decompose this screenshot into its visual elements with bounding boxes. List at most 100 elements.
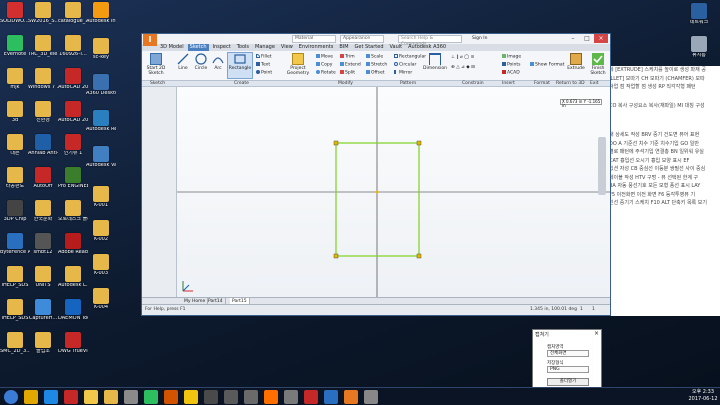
- desktop-icon[interactable]: SW2016_S...: [28, 2, 58, 32]
- split-button[interactable]: Split: [340, 70, 355, 76]
- acad-button[interactable]: ACAD: [502, 70, 520, 76]
- close-button[interactable]: ×: [594, 34, 608, 43]
- ribbon-tab[interactable]: Get Started: [353, 44, 386, 51]
- app-icon[interactable]: [204, 390, 218, 404]
- desktop-icon[interactable]: K-004: [86, 288, 116, 318]
- extrude-button[interactable]: Extrude: [566, 53, 586, 71]
- show-format-button[interactable]: Show Format: [530, 62, 564, 68]
- app-icon[interactable]: [364, 390, 378, 404]
- ribbon-tab[interactable]: Inspect: [211, 44, 233, 51]
- ribbon-tab[interactable]: Vault: [388, 44, 405, 51]
- points-button[interactable]: Points: [502, 62, 521, 68]
- desktop-icon[interactable]: sc-key: [86, 38, 116, 68]
- desktop-icon[interactable]: SOLIDWO... 2016 x64 ...: [0, 2, 30, 32]
- desktop-icon[interactable]: Autodesk Vault Bas...: [86, 146, 116, 176]
- open-folder-button[interactable]: 폴더열기: [547, 378, 589, 386]
- desktop-icon[interactable]: IHELP_SDS: [0, 299, 30, 329]
- corner-point[interactable]: [333, 253, 339, 259]
- clock[interactable]: 오후 2:33 2017-06-12: [688, 389, 718, 403]
- desktop-icon[interactable]: Ahnlab Anti-Ranso...: [28, 134, 58, 164]
- minimize-button[interactable]: –: [566, 34, 580, 43]
- circular-pattern-button[interactable]: Circular: [394, 62, 416, 68]
- ribbon-tab[interactable]: BIM: [337, 44, 350, 51]
- ribbon-tab[interactable]: Manage: [253, 44, 277, 51]
- desktop-icon[interactable]: UNITS: [28, 266, 58, 296]
- help-search-input[interactable]: Search Help & Commands...: [398, 35, 462, 47]
- desktop-icon[interactable]: CaptureH...: [28, 299, 58, 329]
- scale-button[interactable]: Scale: [366, 54, 383, 60]
- rotate-button[interactable]: Rotate: [316, 70, 336, 76]
- app-menu-button[interactable]: I: [143, 34, 157, 46]
- desktop-icon[interactable]: IHELP_SDS: [0, 266, 30, 296]
- chrome-icon[interactable]: [24, 390, 38, 404]
- sign-in-link[interactable]: Sign In: [472, 36, 487, 41]
- desktop-icon[interactable]: 네트워크: [684, 3, 714, 33]
- ie-icon[interactable]: [44, 390, 58, 404]
- desktop-icon[interactable]: DWG TrueVie...: [58, 332, 88, 362]
- desktop-icon[interactable]: AutoOff: [28, 167, 58, 197]
- stretch-button[interactable]: Stretch: [366, 62, 387, 68]
- app-icon[interactable]: [304, 390, 318, 404]
- desktop-icon[interactable]: ByteFence Anti-Malware: [0, 233, 30, 263]
- desktop-icon[interactable]: 인기뷰 1: [58, 134, 88, 164]
- text-button[interactable]: Text: [256, 62, 270, 68]
- sketch-canvas[interactable]: [177, 87, 610, 297]
- ribbon-tab[interactable]: 3D Model: [158, 44, 186, 51]
- app-icon[interactable]: [284, 390, 298, 404]
- inventor-icon[interactable]: [344, 390, 358, 404]
- desktop-icon[interactable]: smbt12: [28, 233, 58, 263]
- illustrator-icon[interactable]: [264, 390, 278, 404]
- area-select[interactable]: 전체화면: [547, 350, 589, 357]
- desktop-icon[interactable]: TRC_3D_ele...: [28, 35, 58, 65]
- desktop-icon[interactable]: AutoCAD 2017 - 한...: [58, 101, 88, 131]
- desktop-icon[interactable]: 친환경: [28, 101, 58, 131]
- close-icon[interactable]: ×: [594, 330, 599, 337]
- desktop-icon[interactable]: Adobe Reader XI: [58, 233, 88, 263]
- desktop-icon[interactable]: 한국문화: [28, 200, 58, 230]
- desktop-icon[interactable]: 타공판도: [0, 167, 30, 197]
- desktop-icon[interactable]: K-002: [86, 220, 116, 250]
- app-icon[interactable]: [224, 390, 238, 404]
- sketch-graphics[interactable]: [177, 87, 610, 297]
- desktop-icon[interactable]: K-003: [86, 254, 116, 284]
- acrobat-icon[interactable]: [64, 390, 78, 404]
- desktop-icon[interactable]: AutoCAD 2016: [58, 68, 88, 98]
- desktop-icon[interactable]: Pro ENGINEER: [58, 167, 88, 197]
- explorer-icon[interactable]: [84, 390, 98, 404]
- extend-button[interactable]: Extend: [340, 62, 361, 68]
- rectangle-button[interactable]: Rectangle: [227, 52, 253, 79]
- origin-point[interactable]: [375, 190, 379, 194]
- material-combo[interactable]: Material: [292, 35, 336, 43]
- desktop-icon[interactable]: 160926-T...: [58, 35, 88, 65]
- sketch-rectangle[interactable]: [335, 142, 420, 257]
- fillet-button[interactable]: Fillet: [256, 54, 272, 60]
- ribbon-tab[interactable]: Tools: [235, 44, 251, 51]
- app-icon[interactable]: [324, 390, 338, 404]
- dimension-button[interactable]: Dimension: [422, 53, 448, 71]
- corner-point[interactable]: [333, 140, 339, 146]
- desktop-icon[interactable]: catalogue_...: [58, 2, 88, 32]
- desktop-icon[interactable]: mjk: [0, 68, 30, 98]
- paint-icon[interactable]: [164, 390, 178, 404]
- desktop-icon[interactable]: Autodesk Invento...: [86, 2, 116, 32]
- desktop-icon[interactable]: 오토데스크 플러스: [58, 200, 88, 230]
- desktop-icon[interactable]: Autodesk ReCap 2016: [86, 110, 116, 140]
- ribbon-tab[interactable]: Sketch: [187, 44, 209, 51]
- corner-point[interactable]: [416, 140, 422, 146]
- move-button[interactable]: Move: [316, 54, 333, 60]
- copy-button[interactable]: Copy: [316, 62, 332, 68]
- desktop-icon[interactable]: Autodesk L...: [58, 266, 88, 296]
- kakao-icon[interactable]: [184, 390, 198, 404]
- desktop-icon[interactable]: 대본: [0, 134, 30, 164]
- finish-sketch-button[interactable]: Finish Sketch: [588, 53, 608, 76]
- line-icon[interactable]: [144, 390, 158, 404]
- desktop-icon[interactable]: 3d: [0, 101, 30, 131]
- desktop-icon[interactable]: 3DP Chip: [0, 200, 30, 230]
- desktop-icon[interactable]: DAEMON Tools Lite: [58, 299, 88, 329]
- offset-button[interactable]: Offset: [366, 70, 385, 76]
- point-button[interactable]: Point: [256, 70, 272, 76]
- ribbon-tab[interactable]: Environments: [297, 44, 336, 51]
- trim-button[interactable]: Trim: [340, 54, 355, 60]
- desktop-icon[interactable]: 졸업조: [28, 332, 58, 362]
- navigation-bar[interactable]: [598, 137, 606, 195]
